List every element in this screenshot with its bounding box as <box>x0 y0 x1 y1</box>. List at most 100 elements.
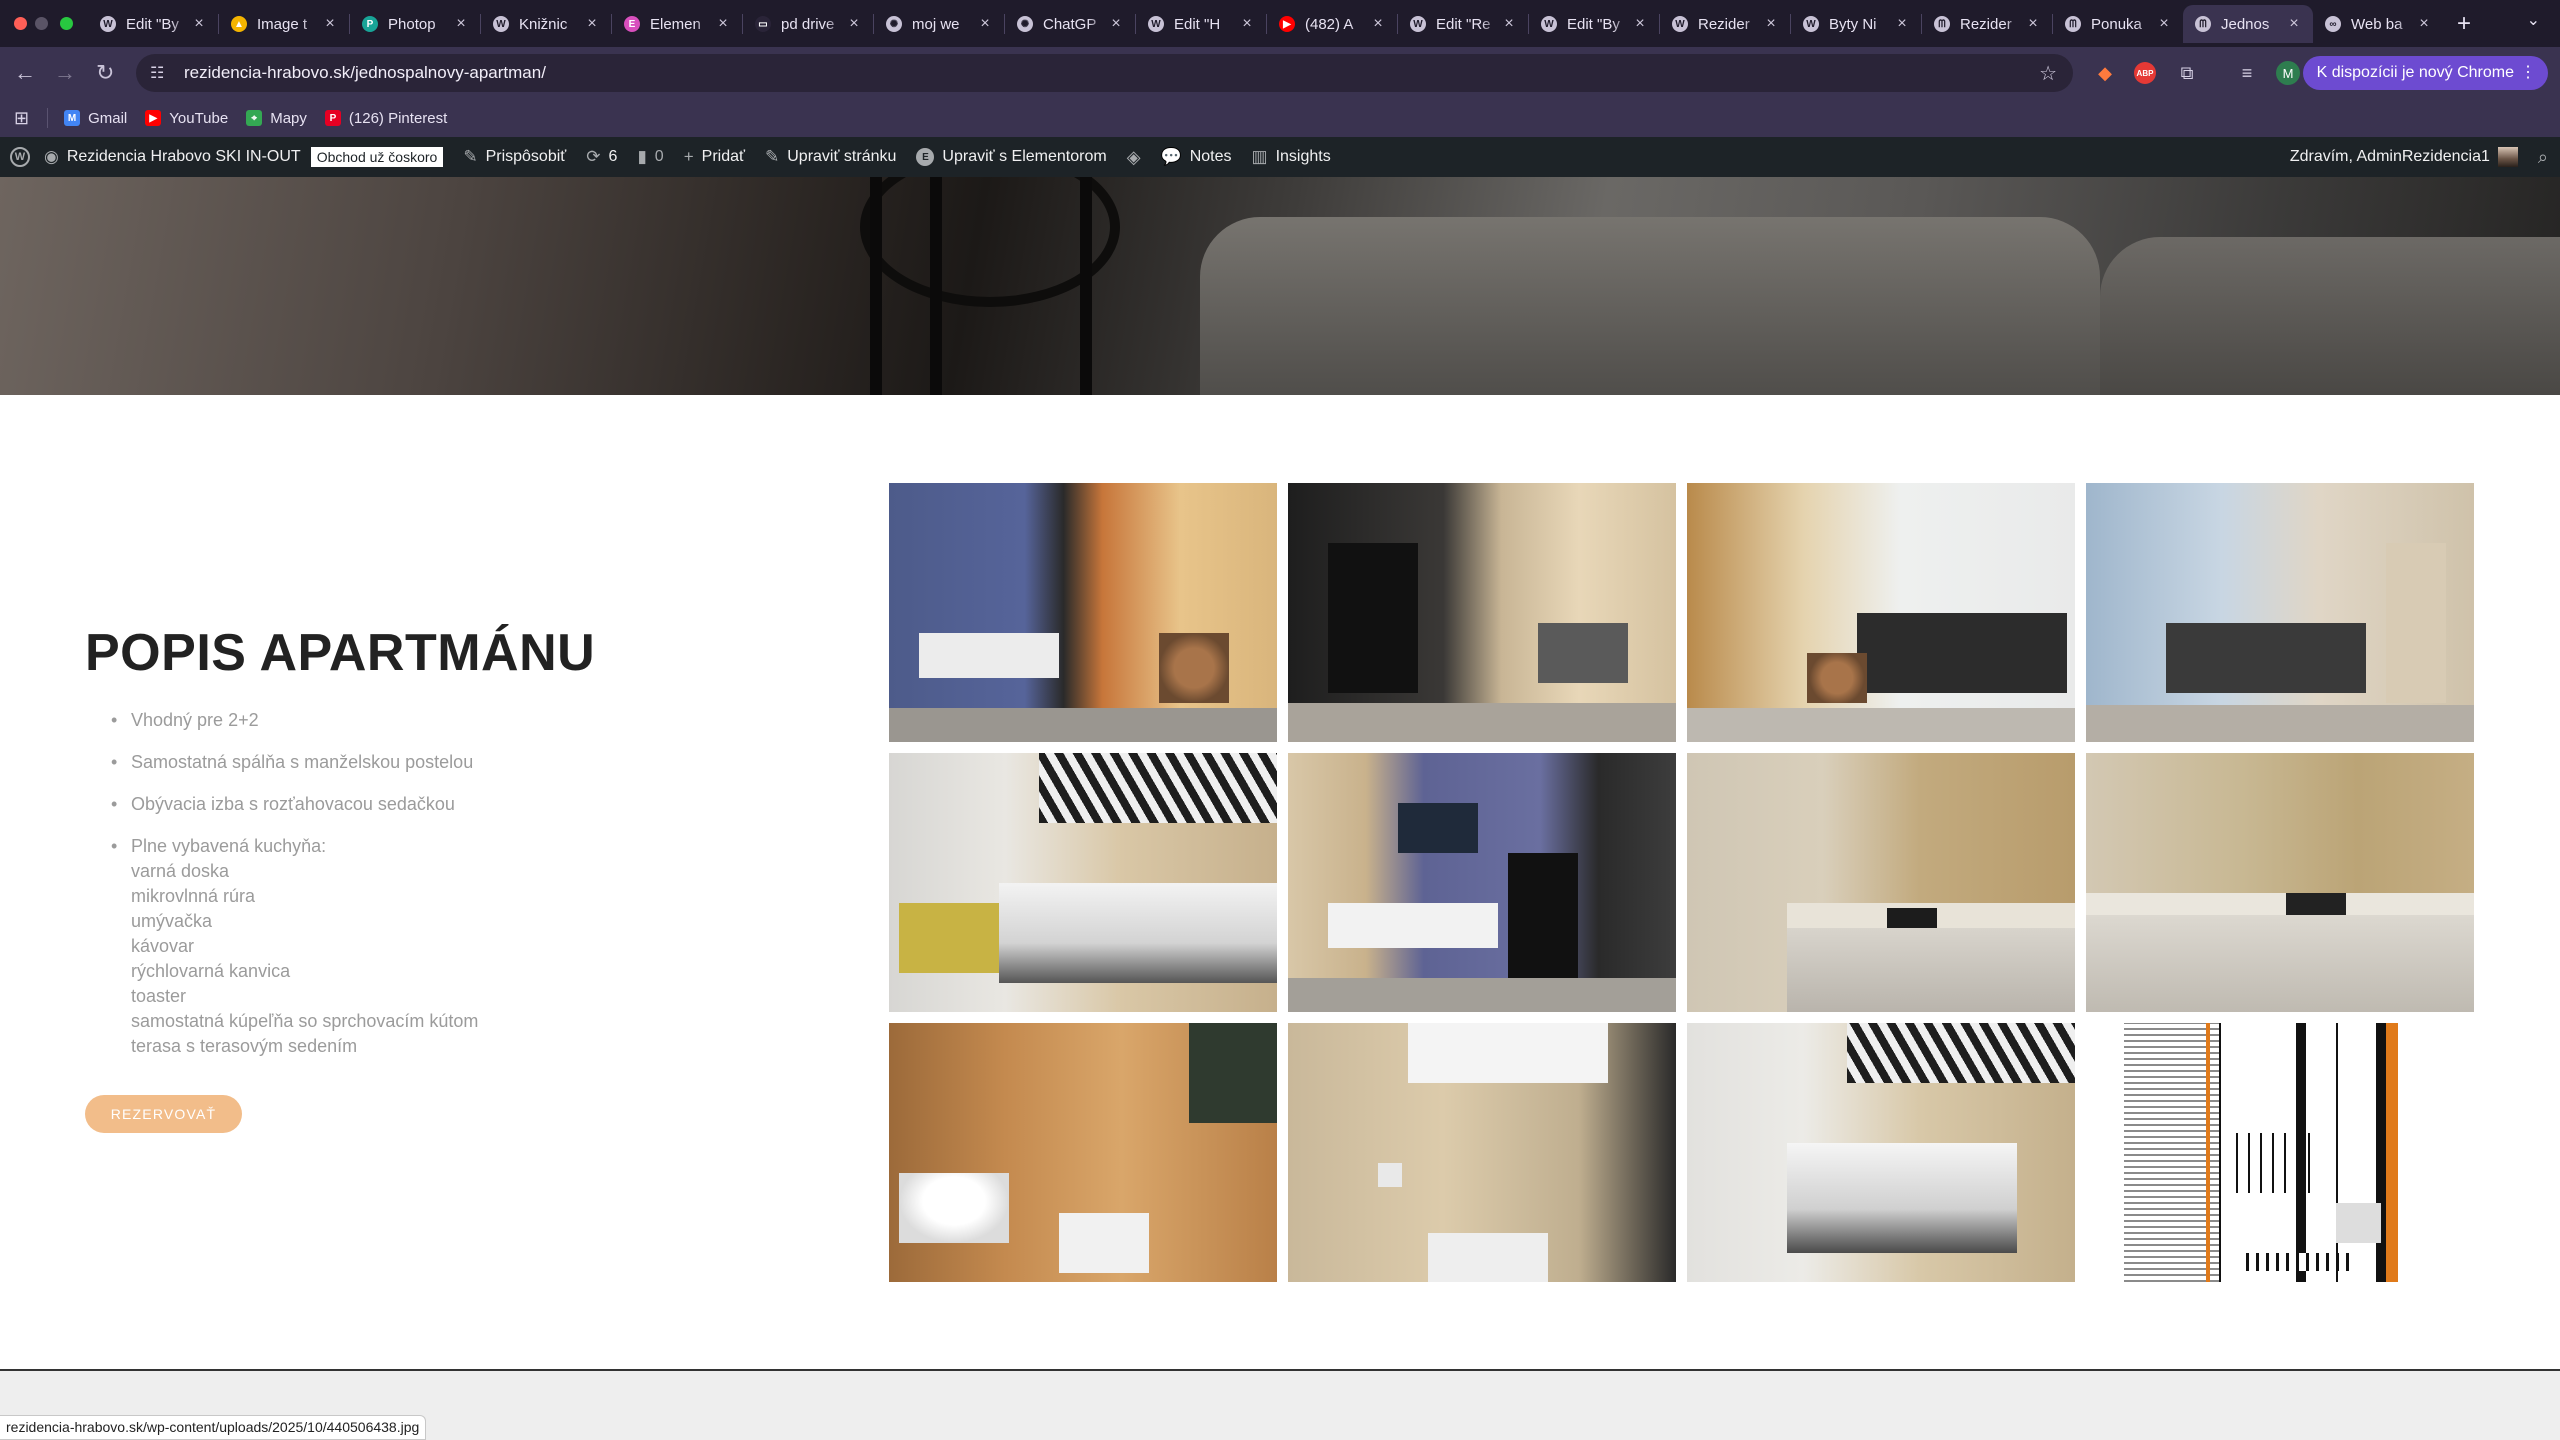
wordpress-icon: W <box>1410 16 1426 32</box>
reload-button[interactable]: ↻ <box>96 60 114 86</box>
close-tab-icon[interactable]: × <box>1893 15 1911 33</box>
close-window-button[interactable] <box>14 17 27 30</box>
photo-detail-shape <box>1288 703 1676 742</box>
extension-fox-icon[interactable]: ◆ <box>2093 61 2117 85</box>
back-button[interactable]: ← <box>14 60 36 86</box>
greeting-link[interactable]: Zdravím, AdminRezidencia1 <box>2290 148 2490 166</box>
tab-14[interactable]: W Byty Ni × <box>1791 5 1921 43</box>
photo-detail-shape <box>2286 893 2346 915</box>
site-info-icon[interactable]: ☷ <box>150 63 170 83</box>
bookmark-2[interactable]: ▶ YouTube <box>145 110 228 127</box>
comments-link[interactable]: ▮ 0 <box>637 147 663 167</box>
tab-11[interactable]: W Edit "Re × <box>1398 5 1528 43</box>
tab-2[interactable]: ▲ Image t × <box>219 5 349 43</box>
photo-bedroom-mural[interactable] <box>889 753 1277 1012</box>
photo-tv-fireplace[interactable] <box>1288 753 1676 1012</box>
diamond-icon[interactable]: ◈ <box>1127 147 1141 168</box>
reading-list-icon[interactable]: ≡ <box>2235 61 2259 85</box>
list-item: Vhodný pre 2+2 <box>85 708 478 733</box>
reserve-button[interactable]: REZERVOVAŤ <box>85 1095 242 1133</box>
close-tab-icon[interactable]: × <box>2024 15 2042 33</box>
tab-1[interactable]: W Edit "By × <box>88 5 218 43</box>
edit-elementor-link[interactable]: E Upraviť s Elementorom <box>916 148 1107 166</box>
close-tab-icon[interactable]: × <box>2155 15 2173 33</box>
url-text[interactable]: rezidencia-hrabovo.sk/jednospalnovy-apar… <box>184 63 546 83</box>
bookmark-star-icon[interactable]: ☆ <box>2039 61 2057 86</box>
close-tab-icon[interactable]: × <box>1107 15 1125 33</box>
close-tab-icon[interactable]: × <box>190 15 208 33</box>
close-tab-icon[interactable]: × <box>976 15 994 33</box>
add-new-link[interactable]: + Pridať <box>684 147 745 167</box>
tab-7[interactable]: ✺ moj we × <box>874 5 1004 43</box>
elementor-icon: E <box>624 16 640 32</box>
extensions-puzzle-icon[interactable]: ⧉ <box>2175 61 2199 85</box>
tab-10[interactable]: ▶ (482) A × <box>1267 5 1397 43</box>
profile-avatar[interactable]: M <box>2276 61 2300 85</box>
avatar[interactable] <box>2497 147 2518 167</box>
tab-13[interactable]: W Rezider × <box>1660 5 1790 43</box>
photo-sofa-window[interactable] <box>1687 483 2075 742</box>
photo-bathroom-sink[interactable] <box>889 1023 1277 1282</box>
wordpress-icon: W <box>1541 16 1557 32</box>
close-tab-icon[interactable]: × <box>1369 15 1387 33</box>
close-tab-icon[interactable]: × <box>845 15 863 33</box>
tab-16[interactable]: ᗰ Ponuka × <box>2053 5 2183 43</box>
photo-floor-plan[interactable] <box>2086 1023 2474 1282</box>
close-tab-icon[interactable]: × <box>583 15 601 33</box>
photo-living-room-curtains[interactable] <box>2086 483 2474 742</box>
close-tab-icon[interactable]: × <box>452 15 470 33</box>
edit-page-link[interactable]: ✎ Upraviť stránku <box>765 147 896 167</box>
search-icon[interactable]: ⌕ <box>2538 147 2548 168</box>
bookmark-3[interactable]: ⌖ Mapy <box>246 110 307 127</box>
customize-link[interactable]: ✎ Prispôsobiť <box>463 147 566 167</box>
bookmark-4[interactable]: P (126) Pinterest <box>324 110 447 127</box>
close-tab-icon[interactable]: × <box>1238 15 1256 33</box>
photo-bathroom-mirror[interactable] <box>1288 1023 1676 1282</box>
photo-bedroom-2[interactable] <box>1687 1023 2075 1282</box>
photo-detail-shape <box>889 708 1277 742</box>
tab-5[interactable]: E Elemen × <box>612 5 742 43</box>
hero-image <box>0 177 2560 395</box>
coming-soon-badge[interactable]: Obchod už čoskoro <box>310 147 444 167</box>
tab-6[interactable]: ▭ pd drive × <box>743 5 873 43</box>
new-tab-button[interactable]: + <box>2457 5 2471 43</box>
forward-button[interactable]: → <box>54 60 76 86</box>
site-name-link[interactable]: ◉ Rezidencia Hrabovo SKI IN-OUT Obchod u… <box>44 147 444 167</box>
minimize-window-button[interactable] <box>35 17 48 30</box>
tab-9[interactable]: W Edit "H × <box>1136 5 1266 43</box>
tab-15[interactable]: ᗰ Rezider × <box>1922 5 2052 43</box>
close-tab-icon[interactable]: × <box>2415 15 2433 33</box>
address-bar[interactable]: ☷ rezidencia-hrabovo.sk/jednospalnovy-ap… <box>136 54 2073 92</box>
photo-detail-shape <box>1328 543 1418 693</box>
close-tab-icon[interactable]: × <box>2285 15 2303 33</box>
tab-8[interactable]: ✺ ChatGP × <box>1005 5 1135 43</box>
tab-3[interactable]: P Photop × <box>350 5 480 43</box>
adblock-plus-icon[interactable]: ABP <box>2133 61 2157 85</box>
tab-18[interactable]: ∞ Web ba × <box>2313 5 2443 43</box>
tab-12[interactable]: W Edit "By × <box>1529 5 1659 43</box>
close-tab-icon[interactable]: × <box>1762 15 1780 33</box>
notes-link[interactable]: 💬 Notes <box>1161 147 1232 167</box>
close-tab-icon[interactable]: × <box>1500 15 1518 33</box>
tab-title: Edit "H <box>1174 15 1221 33</box>
updates-link[interactable]: ⟳ 6 <box>586 147 617 167</box>
insights-link[interactable]: ▥ Insights <box>1252 147 1331 167</box>
apps-grid-icon[interactable]: ⊞ <box>14 108 29 129</box>
wordpress-logo-icon[interactable]: W <box>10 147 30 167</box>
chevron-down-icon[interactable]: ⌄ <box>2527 10 2540 30</box>
more-menu-icon[interactable]: ⋮ <box>2520 56 2536 90</box>
photo-kitchen-1[interactable] <box>1687 753 2075 1012</box>
tab-4[interactable]: W Knižnic × <box>481 5 611 43</box>
photo-fireplace-dining[interactable] <box>1288 483 1676 742</box>
close-tab-icon[interactable]: × <box>1631 15 1649 33</box>
bookmark-1[interactable]: M Gmail <box>64 110 127 127</box>
close-tab-icon[interactable]: × <box>714 15 732 33</box>
close-tab-icon[interactable]: × <box>321 15 339 33</box>
photo-kitchen-2[interactable] <box>2086 753 2474 1012</box>
photo-living-room-tv[interactable] <box>889 483 1277 742</box>
tab-17[interactable]: ᗰ Jednos × <box>2183 5 2313 43</box>
photo-detail-shape <box>2124 1023 2219 1282</box>
maximize-window-button[interactable] <box>60 17 73 30</box>
photo-detail-shape <box>889 483 1277 742</box>
new-chrome-available-button[interactable]: K dispozícii je nový Chrome ⋮ <box>2302 56 2548 90</box>
